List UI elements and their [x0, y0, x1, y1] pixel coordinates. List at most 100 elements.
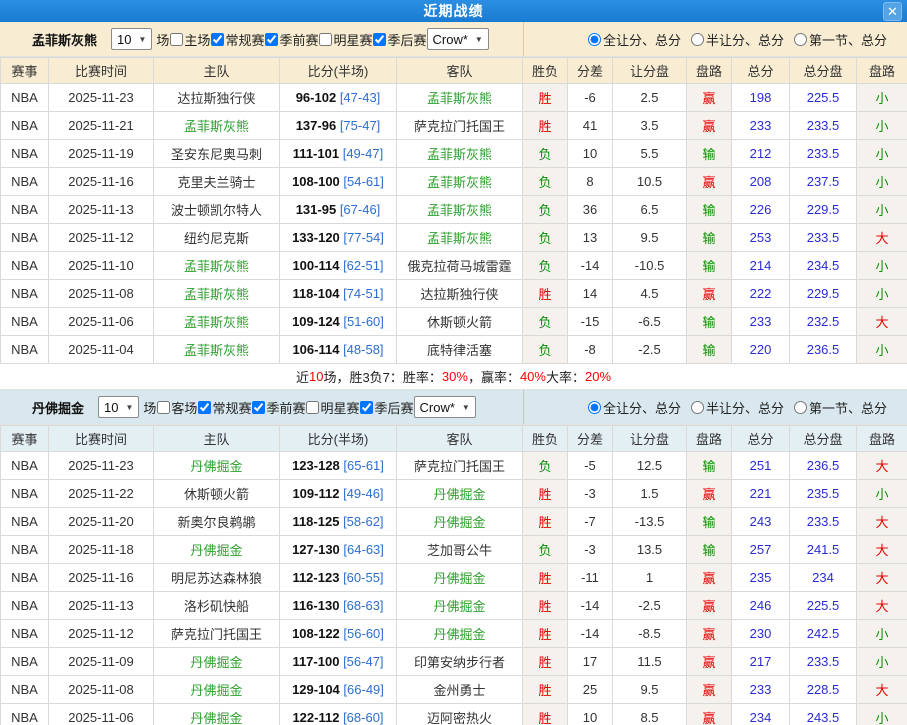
column-header: 主队 [154, 58, 280, 84]
halftime-score: [74-51] [343, 286, 383, 301]
handicap-result-cell: 输 [687, 252, 732, 280]
radio-label: 半让分、总分 [706, 398, 784, 417]
total-line-cell: 236.5 [790, 336, 857, 364]
checkbox-preseason[interactable]: 季前赛 [264, 30, 318, 49]
total-cell: 233 [732, 308, 790, 336]
league-cell: NBA [1, 252, 49, 280]
checkbox-allstar[interactable]: 明星赛 [318, 30, 372, 49]
diff-cell: -11 [568, 564, 613, 592]
date-cell: 2025-11-16 [49, 168, 154, 196]
checkbox-regular-season[interactable]: 常规赛 [197, 398, 251, 417]
game-type-select[interactable]: Crow* ▼ [427, 28, 489, 50]
total-line-cell: 241.5 [790, 536, 857, 564]
handicap-cell: 13.5 [613, 536, 687, 564]
game-row: NBA2025-11-08孟菲斯灰熊118-104 [74-51]达拉斯独行侠胜… [1, 280, 907, 308]
handicap-cell: -2.5 [613, 336, 687, 364]
over-under-cell: 大 [857, 224, 907, 252]
radio-input-half-handicap-total[interactable] [691, 401, 704, 414]
checkbox-label: 季后赛 [387, 30, 426, 49]
over-under-cell: 大 [857, 564, 907, 592]
checkbox-playoffs[interactable]: 季后赛 [372, 30, 426, 49]
over-under-cell: 小 [857, 140, 907, 168]
result-cell: 负 [523, 336, 568, 364]
column-header: 总分 [732, 426, 790, 452]
games-count-select[interactable]: 10 ▼ [98, 396, 139, 418]
diff-cell: -8 [568, 336, 613, 364]
column-header: 比赛时间 [49, 426, 154, 452]
checkbox-input-preseason[interactable] [252, 401, 265, 414]
radio-label: 半让分、总分 [706, 30, 784, 49]
home-team-cell: 圣安东尼奥马刺 [154, 140, 280, 168]
checkbox-input-playoffs[interactable] [360, 401, 373, 414]
date-cell: 2025-11-23 [49, 84, 154, 112]
handicap-result-cell: 赢 [687, 112, 732, 140]
radio-full-handicap-total[interactable]: 全让分、总分 [588, 398, 681, 417]
away-team-cell: 达拉斯独行侠 [397, 280, 523, 308]
dialog-titlebar: 近期战绩 ✕ [0, 0, 907, 22]
checkbox-input-preseason[interactable] [265, 33, 278, 46]
radio-input-full-handicap-total[interactable] [588, 401, 601, 414]
checkbox-playoffs[interactable]: 季后赛 [359, 398, 413, 417]
radio-first-quarter-total[interactable]: 第一节、总分 [794, 398, 887, 417]
checkbox-allstar[interactable]: 明星赛 [305, 398, 359, 417]
total-line-cell: 229.5 [790, 280, 857, 308]
checkbox-preseason[interactable]: 季前赛 [251, 398, 305, 417]
checkbox-away-games[interactable]: 客场 [156, 398, 197, 417]
handicap-result-cell: 赢 [687, 480, 732, 508]
radio-full-handicap-total[interactable]: 全让分、总分 [588, 30, 681, 49]
result-cell: 胜 [523, 508, 568, 536]
away-team-cell: 丹佛掘金 [397, 564, 523, 592]
date-cell: 2025-11-16 [49, 564, 154, 592]
chevron-down-icon: ▼ [462, 403, 470, 412]
checkbox-input-allstar[interactable] [319, 33, 332, 46]
results-table: 赛事比赛时间主队比分(半场)客队胜负分差让分盘盘路总分总分盘盘路 NBA2025… [0, 425, 907, 725]
close-icon[interactable]: ✕ [883, 2, 902, 21]
radio-first-quarter-total[interactable]: 第一节、总分 [794, 30, 887, 49]
score-cell: 133-120 [77-54] [280, 224, 397, 252]
result-cell: 负 [523, 536, 568, 564]
game-type-select[interactable]: Crow* ▼ [414, 396, 476, 418]
game-row: NBA2025-11-23丹佛掘金123-128 [65-61]萨克拉门托国王负… [1, 452, 907, 480]
score-cell: 116-130 [68-63] [280, 592, 397, 620]
checkbox-input-home-games[interactable] [170, 33, 183, 46]
score-cell: 118-104 [74-51] [280, 280, 397, 308]
over-under-cell: 小 [857, 336, 907, 364]
column-header: 比分(半场) [280, 58, 397, 84]
checkbox-regular-season[interactable]: 常规赛 [210, 30, 264, 49]
games-count-select[interactable]: 10 ▼ [111, 28, 152, 50]
date-cell: 2025-11-19 [49, 140, 154, 168]
result-cell: 负 [523, 452, 568, 480]
checkbox-input-playoffs[interactable] [373, 33, 386, 46]
date-cell: 2025-11-12 [49, 224, 154, 252]
final-score: 133-120 [292, 230, 340, 245]
home-team-cell: 波士顿凯尔特人 [154, 196, 280, 224]
radio-input-first-quarter-total[interactable] [794, 33, 807, 46]
result-cell: 负 [523, 196, 568, 224]
radio-input-half-handicap-total[interactable] [691, 33, 704, 46]
halftime-score: [58-62] [343, 514, 383, 529]
final-score: 117-100 [292, 654, 339, 669]
checkbox-input-away-games[interactable] [157, 401, 170, 414]
home-team-cell: 新奥尔良鹈鹕 [154, 508, 280, 536]
checkbox-input-allstar[interactable] [306, 401, 319, 414]
filter-bar: 丹佛掘金 10 ▼ 场 客场常规赛季前赛明星赛季后赛 Crow* ▼ 全让分、总… [0, 390, 907, 425]
over-under-cell: 大 [857, 592, 907, 620]
final-score: 131-95 [296, 202, 336, 217]
radio-half-handicap-total[interactable]: 半让分、总分 [691, 30, 784, 49]
radio-input-full-handicap-total[interactable] [588, 33, 601, 46]
result-cell: 负 [523, 308, 568, 336]
total-cell: 212 [732, 140, 790, 168]
handicap-result-cell: 输 [687, 336, 732, 364]
checkbox-input-regular-season[interactable] [211, 33, 224, 46]
halftime-score: [47-43] [340, 90, 380, 105]
game-row: NBA2025-11-10孟菲斯灰熊100-114 [62-51]俄克拉荷马城雷… [1, 252, 907, 280]
column-header: 比分(半场) [280, 426, 397, 452]
checkbox-home-games[interactable]: 主场 [169, 30, 210, 49]
over-under-cell: 大 [857, 676, 907, 704]
radio-input-first-quarter-total[interactable] [794, 401, 807, 414]
over-under-cell: 小 [857, 280, 907, 308]
diff-cell: 14 [568, 280, 613, 308]
checkbox-input-regular-season[interactable] [198, 401, 211, 414]
radio-half-handicap-total[interactable]: 半让分、总分 [691, 398, 784, 417]
score-cell: 109-124 [51-60] [280, 308, 397, 336]
